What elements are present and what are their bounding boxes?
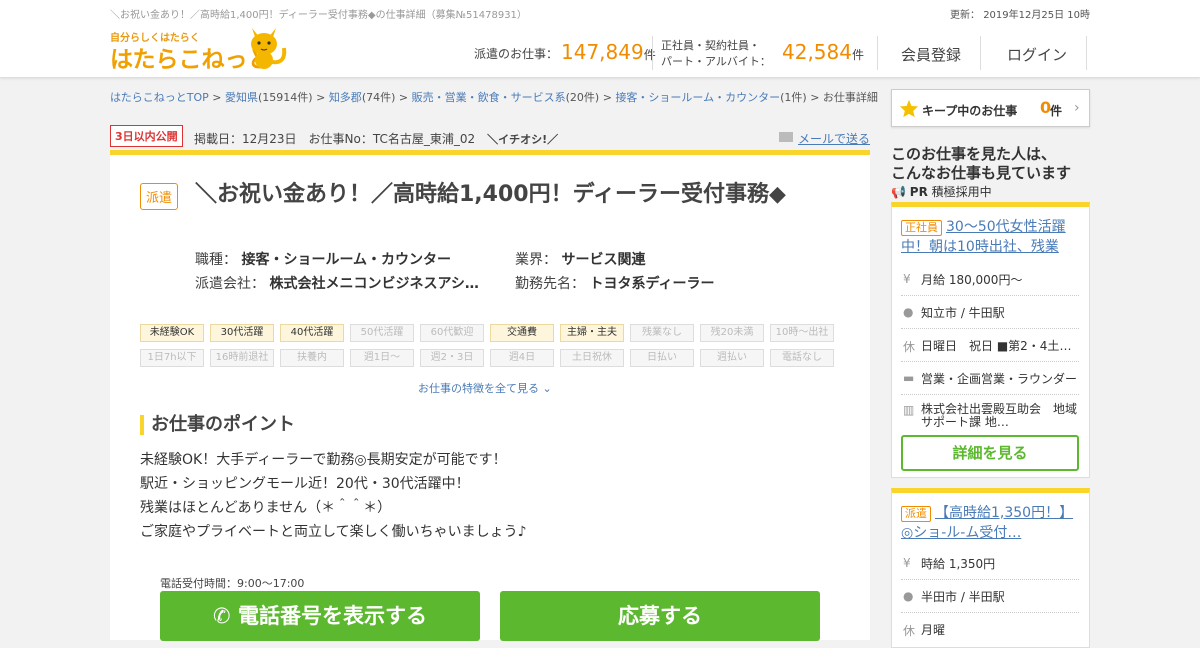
company-info: 派遣会社： 株式会社メニコンビジネスアシ… bbox=[195, 276, 479, 292]
job-title: ＼お祝い金あり！／高時給1,400円！ディーラー受付事務◆ bbox=[195, 182, 786, 207]
haken-count: 147,849件 bbox=[561, 40, 656, 64]
breadcrumb-subcategory[interactable]: 接客・ショールーム・カウンター bbox=[615, 91, 780, 104]
send-mail-link[interactable]: メールで送る bbox=[798, 130, 870, 147]
card-location: ● 半田市 / 半田駅 bbox=[901, 580, 1079, 613]
mail-icon[interactable] bbox=[779, 132, 793, 142]
recommend-card[interactable]: 派遣 【高時給1,350円！】◎ショ-ル-ム受付… ¥ 時給 1,350円 ● 半田市… bbox=[891, 488, 1090, 648]
card-type-badge: 正社員 bbox=[901, 220, 942, 236]
card-type-badge: 派遣 bbox=[901, 506, 931, 522]
breadcrumb-top[interactable]: はたらこねっとTOP bbox=[110, 91, 209, 104]
recommend-card[interactable]: 正社員 30～50代女性活躍中！朝は10時出社、残業 ¥ 月給 180,000円～ … bbox=[891, 202, 1090, 478]
briefcase-icon: ▬ bbox=[903, 371, 915, 385]
card-category: ▬ 営業・企画営業・ラウンダー bbox=[901, 362, 1079, 395]
point-heading: お仕事のポイント bbox=[140, 415, 295, 435]
holiday-icon: 休 bbox=[903, 340, 916, 354]
site-header: ＼お祝い金あり！／高時給1,400円！ディーラー受付事務◆の仕事詳細（募集№51… bbox=[0, 0, 1200, 78]
seishain-count: 42,584件 bbox=[782, 40, 864, 64]
site-logo[interactable]: 自分らしくはたらく はたらこねっと bbox=[110, 24, 290, 73]
yen-icon: ¥ bbox=[903, 272, 911, 286]
login-link[interactable]: ログイン bbox=[1007, 44, 1067, 65]
register-link[interactable]: 会員登録 bbox=[901, 44, 961, 65]
feature-tag: 週1日～ bbox=[350, 349, 414, 367]
employment-type-badge: 派遣 bbox=[140, 183, 179, 210]
recommend-heading: このお仕事を見た人は、 こんなお仕事も見ています bbox=[891, 145, 1072, 182]
feature-tag: 10時～出社 bbox=[770, 324, 834, 342]
location-pin-icon: ● bbox=[903, 589, 914, 603]
card-company: ▥ 株式会社出雲殿互助会 地域サポート課 地… bbox=[903, 402, 1078, 429]
breadcrumb: はたらこねっとTOP > 愛知県(15914件) > 知多郡(74件) > 販売… bbox=[110, 91, 878, 104]
megaphone-icon: 📢 bbox=[891, 185, 906, 199]
feature-tag: 週4日 bbox=[490, 349, 554, 367]
feature-tag: 40代活躍 bbox=[280, 324, 344, 342]
feature-tag: 未経験OK bbox=[140, 324, 204, 342]
card-holiday: 休日曜日 祝日 ■第2・4土曜… bbox=[901, 329, 1079, 362]
feature-tag: 1日7h以下 bbox=[140, 349, 204, 367]
breadcrumb-area[interactable]: 知多郡 bbox=[329, 91, 362, 104]
card-detail-button[interactable]: 詳細を見る bbox=[901, 435, 1079, 471]
feature-tag: 16時前退社 bbox=[210, 349, 274, 367]
cat-mascot-icon bbox=[251, 28, 287, 69]
divider bbox=[877, 36, 878, 70]
breadcrumb-current: お仕事詳細 bbox=[822, 91, 878, 104]
card-title[interactable]: 正社員 30～50代女性活躍中！朝は10時出社、残業 bbox=[901, 217, 1079, 257]
holiday-icon: 休 bbox=[903, 624, 916, 638]
haken-count-label: 派遣のお仕事： bbox=[474, 47, 559, 61]
feature-tag: 残業なし bbox=[630, 324, 694, 342]
new-badge: 3日以内公開 bbox=[110, 125, 183, 147]
feature-tag: 土日祝休 bbox=[560, 349, 624, 367]
chevron-down-icon: ⌄ bbox=[542, 382, 552, 395]
feature-tag: 50代活躍 bbox=[350, 324, 414, 342]
feature-tag: 60代歓迎 bbox=[420, 324, 484, 342]
location-pin-icon: ● bbox=[903, 305, 914, 319]
divider bbox=[1086, 36, 1087, 70]
star-icon bbox=[899, 99, 919, 118]
building-icon: ▥ bbox=[903, 403, 915, 417]
update-time: 更新： 2019年12月25日 10時 bbox=[950, 10, 1090, 21]
shokushu-info: 職種： 接客・ショールーム・カウンター bbox=[195, 252, 452, 268]
feature-tag: 残20未満 bbox=[700, 324, 764, 342]
pr-label: 📢 PR 積極採用中 bbox=[891, 185, 992, 199]
feature-tag: 交通費 bbox=[490, 324, 554, 342]
job-meta-text: 掲載日：12月23日 お仕事No：TC名古屋_東浦_02 ＼イチオシ!／ bbox=[194, 132, 559, 146]
yen-icon: ¥ bbox=[903, 556, 911, 570]
card-title[interactable]: 派遣 【高時給1,350円！】◎ショ-ル-ム受付… bbox=[901, 503, 1079, 543]
phone-icon: ✆ bbox=[213, 604, 231, 628]
page-tagline: ＼お祝い金あり！／高時給1,400円！ディーラー受付事務◆の仕事詳細（募集№51… bbox=[110, 10, 527, 21]
tel-hours: 電話受付時間：9:00～17:00 bbox=[160, 577, 305, 590]
divider bbox=[652, 36, 653, 70]
feature-tag: 30代活躍 bbox=[210, 324, 274, 342]
point-body: 未経験OK！大手ディーラーで勤務◎長期安定が可能です！ 駅近・ショッピングモール… bbox=[140, 452, 527, 540]
workplace-info: 勤務先名： トヨタ系ディーラー bbox=[515, 276, 715, 292]
card-salary: ¥ 時給 1,350円 bbox=[901, 547, 1079, 580]
show-all-features-link[interactable]: お仕事の特徴を全て見る ⌄ bbox=[418, 380, 552, 396]
job-meta-row: 3日以内公開 掲載日：12月23日 お仕事No：TC名古屋_東浦_02 ＼イチオ… bbox=[110, 124, 870, 148]
card-salary: ¥ 月給 180,000円～ bbox=[901, 263, 1079, 296]
seishain-count-label: 正社員・契約社員・ パート・アルバイト： bbox=[661, 39, 771, 68]
feature-tag: 週払い bbox=[700, 349, 764, 367]
breadcrumb-category[interactable]: 販売・営業・飲食・サービス系 bbox=[412, 91, 566, 104]
job-detail-panel: 派遣 ＼お祝い金あり！／高時給1,400円！ディーラー受付事務◆ 職種： 接客・… bbox=[110, 150, 870, 641]
feature-tag: 扶養内 bbox=[280, 349, 344, 367]
show-phone-button[interactable]: ✆ 電話番号を表示する bbox=[160, 591, 480, 641]
feature-tag: 週2・3日 bbox=[420, 349, 484, 367]
apply-button[interactable]: 応募する bbox=[500, 591, 820, 641]
feature-tag: 電話なし bbox=[770, 349, 834, 367]
feature-tag: 日払い bbox=[630, 349, 694, 367]
feature-tag: 主婦・主夫 bbox=[560, 324, 624, 342]
divider bbox=[980, 36, 981, 70]
breadcrumb-pref[interactable]: 愛知県 bbox=[225, 91, 258, 104]
keep-list-button[interactable]: キープ中のお仕事 0 件 › bbox=[891, 89, 1090, 127]
gyokai-info: 業界： サービス関連 bbox=[515, 252, 646, 268]
card-location: ● 知立市 / 牛田駅 bbox=[901, 296, 1079, 329]
chevron-right-icon: › bbox=[1074, 100, 1080, 116]
